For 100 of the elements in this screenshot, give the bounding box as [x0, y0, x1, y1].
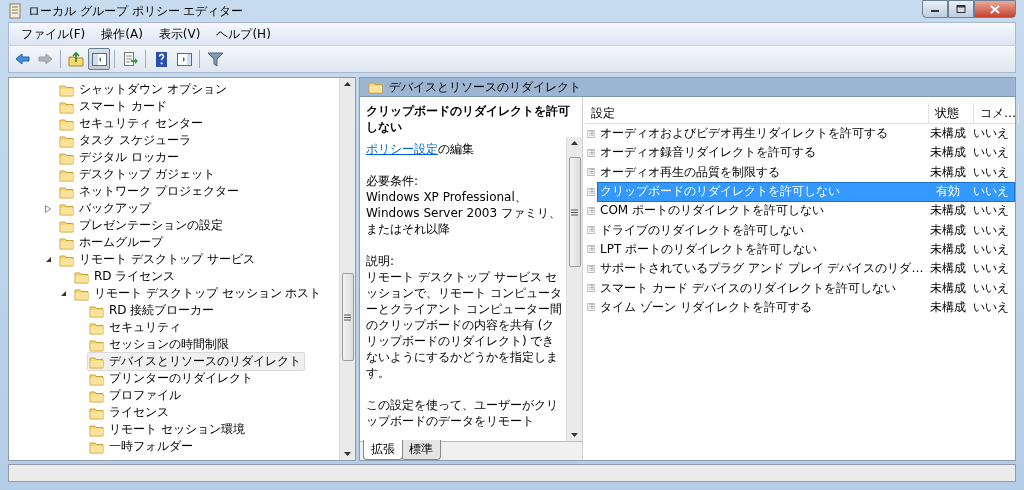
folder-icon — [89, 388, 104, 403]
table-cell-text: いいえ — [972, 240, 1010, 258]
tree-item[interactable]: プロファイル — [87, 386, 185, 405]
table-cell-text: タイム ゾーン リダイレクトを許可する — [599, 298, 813, 316]
folder-icon — [59, 99, 74, 114]
table-cell-text: 未構成 — [929, 240, 967, 258]
folder-icon — [59, 82, 74, 97]
tree-item[interactable]: シャットダウン オプション — [57, 80, 231, 99]
folder-icon — [89, 405, 104, 420]
section-heading: 必要条件: — [366, 173, 420, 189]
table-cell-text: いいえ — [972, 144, 1010, 162]
table-cell-text: 未構成 — [929, 260, 967, 278]
table-cell-text: 未構成 — [929, 125, 967, 143]
tree-item[interactable]: セキュリティ センター — [57, 114, 207, 133]
table-cell-text: いいえ — [972, 125, 1010, 143]
table-cell-text: ドライブのリダイレクトを許可しない — [599, 221, 805, 239]
tree-item[interactable]: セッションの時間制限 — [87, 335, 233, 354]
list-row[interactable]: COM ポートのリダイレクトを許可しない 未構成 いいえ — [597, 200, 1015, 221]
folder-icon — [59, 116, 74, 131]
tree-item[interactable]: RD ライセンス — [72, 267, 180, 286]
table-cell-text: COM ポートのリダイレクトを許可しない — [599, 202, 825, 220]
tree-item[interactable]: デバイスとリソースのリダイレクト — [87, 352, 305, 371]
table-cell-text: 有効 — [935, 183, 961, 201]
column-header[interactable]: 状態 — [929, 103, 974, 123]
folder-icon — [89, 337, 104, 352]
tree-item[interactable]: プレゼンテーションの設定 — [57, 216, 227, 235]
column-header[interactable]: 設定 — [585, 103, 929, 123]
table-cell-text: いいえ — [972, 260, 1010, 278]
table-cell-text: オーディオおよびビデオ再生リダイレクトを許可する — [599, 125, 889, 143]
tree-item[interactable]: バックアップ — [57, 199, 155, 218]
column-header[interactable]: コメ… — [974, 103, 1019, 123]
list-row[interactable]: ドライブのリダイレクトを許可しない 未構成 いいえ — [597, 220, 1015, 241]
folder-icon — [59, 201, 74, 216]
menu-item[interactable]: 操作(A) — [93, 23, 151, 45]
list-row[interactable]: オーディオおよびビデオ再生リダイレクトを許可する 未構成 いいえ — [597, 123, 1015, 144]
tree-item[interactable]: リモート セッション環境 — [87, 420, 249, 439]
table-cell-text: いいえ — [972, 183, 1010, 201]
list-row[interactable]: オーディオ再生の品質を制限する 未構成 いいえ — [597, 162, 1015, 183]
tree-item[interactable]: ライセンス — [87, 403, 173, 422]
expanded-arrow-icon[interactable] — [60, 290, 67, 297]
table-cell-text: いいえ — [972, 202, 1010, 220]
scrollbar[interactable] — [566, 137, 582, 441]
scrollbar[interactable] — [339, 78, 355, 460]
folder-icon — [59, 252, 74, 267]
app-icon — [8, 3, 22, 19]
list-row[interactable]: タイム ゾーン リダイレクトを許可する 未構成 いいえ — [597, 297, 1015, 318]
menu-item[interactable]: 表示(V) — [150, 23, 209, 45]
list-row[interactable]: サポートされているプラグ アンド プレイ デバイスのリダ… 未構成 いいえ — [597, 258, 1015, 279]
close-button[interactable] — [974, 0, 1016, 18]
table-cell-text: いいえ — [972, 221, 1010, 239]
list-row[interactable]: スマート カード デバイスのリダイレクトを許可しない 未構成 いいえ — [597, 278, 1015, 299]
description-text: リモート デスクトップ サービス セッションで、リモート コンピューターとクライアント コンピューター間のクリップボードの内容を共有 (クリップボードのリダイレクト) できないようにするかどうかを指定します。 — [366, 269, 562, 381]
expanded-arrow-icon[interactable] — [45, 256, 52, 263]
tree-item[interactable]: デジタル ロッカー — [57, 148, 183, 167]
close-icon — [990, 4, 1000, 14]
tree-item[interactable]: スマート カード — [57, 97, 171, 116]
folder-icon — [89, 320, 104, 335]
tree-pane-icon[interactable] — [88, 48, 110, 70]
table-cell-text: 未構成 — [929, 144, 967, 162]
policy-icon — [587, 281, 595, 295]
tree-item[interactable]: セキュリティ — [87, 318, 185, 337]
view-tab[interactable]: 拡張 — [363, 440, 403, 460]
table-cell-text: オーディオ録音リダイレクトを許可する — [599, 144, 817, 162]
tree-item[interactable]: リモート デスクトップ セッション ホスト — [72, 284, 326, 303]
list-row[interactable]: LPT ポートのリダイレクトを許可しない 未構成 いいえ — [597, 239, 1015, 260]
maximize-icon — [956, 5, 966, 13]
table-cell-text: いいえ — [972, 279, 1010, 297]
table-cell-text: 未構成 — [929, 221, 967, 239]
minimize-button[interactable] — [922, 0, 948, 18]
tree-item[interactable]: 一時フォルダー — [87, 437, 197, 456]
table-cell-text: LPT ポートのリダイレクトを許可しない — [599, 240, 819, 258]
scroll-thumb[interactable] — [341, 273, 354, 361]
tree-item[interactable]: デスクトップ ガジェット — [57, 165, 219, 184]
window-title: ローカル グループ ポリシー エディター — [28, 2, 244, 20]
maximize-button[interactable] — [948, 0, 974, 18]
table-cell-text: いいえ — [972, 298, 1010, 316]
folder-icon — [89, 439, 104, 454]
menu-item[interactable]: ヘルプ(H) — [208, 23, 279, 45]
tree-item[interactable]: ホームグループ — [57, 233, 167, 252]
tree-item[interactable]: リモート デスクトップ サービス — [57, 250, 259, 269]
table-cell-text: オーディオ再生の品質を制限する — [599, 163, 781, 181]
tree-item[interactable]: ネットワーク プロジェクター — [57, 182, 243, 201]
table-cell-text: スマート カード デバイスのリダイレクトを許可しない — [599, 279, 897, 297]
table-cell-text: 未構成 — [929, 163, 967, 181]
folder-icon — [89, 422, 104, 437]
table-cell-text: 未構成 — [929, 298, 967, 316]
menu-item[interactable]: ファイル(F) — [13, 23, 94, 45]
folder-icon — [59, 235, 74, 250]
collapsed-arrow-icon[interactable] — [45, 204, 51, 213]
scroll-thumb[interactable] — [568, 157, 581, 267]
view-tab[interactable]: 標準 — [401, 440, 441, 460]
section-title: デバイスとリソースのリダイレクト — [389, 78, 581, 96]
folder-icon — [59, 218, 74, 233]
tree-item[interactable]: プリンターのリダイレクト — [87, 369, 257, 388]
tree-item[interactable]: RD 接続ブローカー — [87, 301, 219, 320]
table-cell-text: サポートされているプラグ アンド プレイ デバイスのリダ… — [599, 260, 924, 278]
list-row[interactable]: オーディオ録音リダイレクトを許可する 未構成 いいえ — [597, 142, 1015, 163]
policy-setting-link[interactable]: ポリシー設定 — [366, 142, 438, 156]
folder-icon — [59, 133, 74, 148]
tree-item[interactable]: タスク スケジューラ — [57, 131, 195, 150]
